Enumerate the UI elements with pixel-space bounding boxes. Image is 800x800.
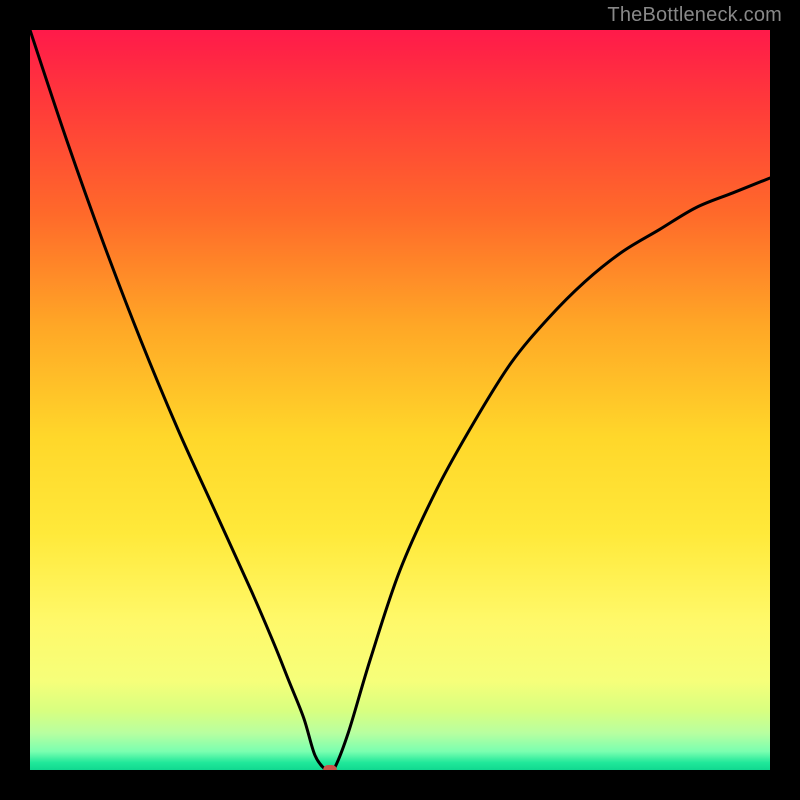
- watermark-text: TheBottleneck.com: [607, 4, 782, 27]
- curve-svg: [30, 30, 770, 770]
- minimum-marker: [323, 765, 337, 770]
- plot-area: [30, 30, 770, 770]
- chart-frame: TheBottleneck.com: [0, 0, 800, 800]
- bottleneck-curve-path: [30, 30, 770, 770]
